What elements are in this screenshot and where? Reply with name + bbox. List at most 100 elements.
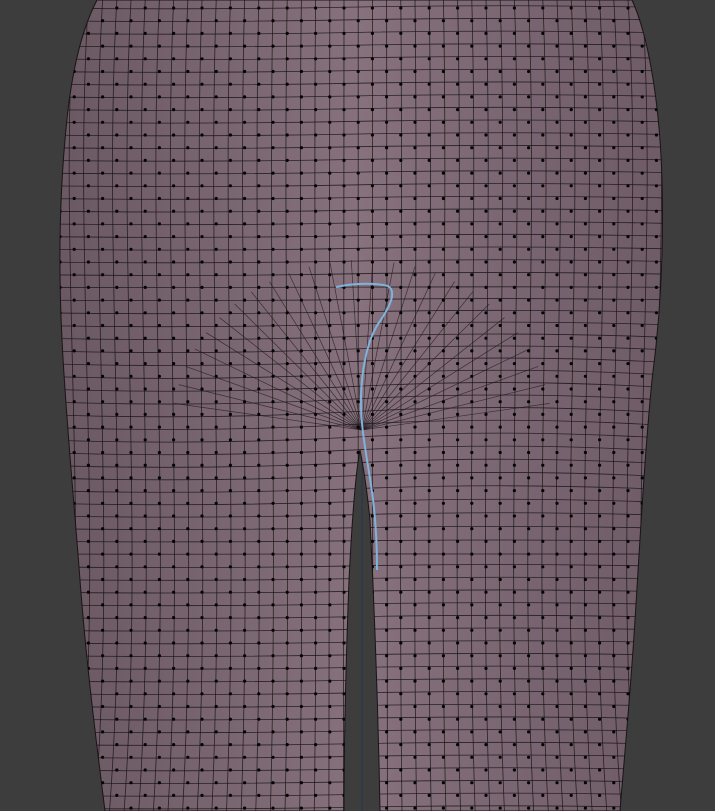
vertex-dot <box>257 666 261 671</box>
vertex-dot <box>413 679 417 683</box>
vertex-dot <box>484 768 488 772</box>
vertex-dot <box>385 120 389 124</box>
vertex-dot <box>172 539 176 544</box>
vertex-dot <box>243 425 247 429</box>
vertex-dot <box>115 641 119 645</box>
vertex-dot <box>200 590 204 594</box>
vertex-dot <box>314 514 318 518</box>
vertex-dot <box>257 184 261 188</box>
vertex-dot <box>555 552 559 556</box>
vertex-dot <box>569 641 573 645</box>
vertex-dot <box>157 146 161 150</box>
vertex-dot <box>626 590 630 594</box>
vertex-dot <box>441 704 445 709</box>
vertex-dot <box>541 362 545 366</box>
vertex-dot <box>470 146 474 150</box>
vertex-dot <box>172 184 176 188</box>
vertex-dot <box>86 412 90 416</box>
vertex-dot <box>370 438 374 442</box>
vertex-dot <box>583 704 588 709</box>
vertex-dot <box>569 666 573 671</box>
vertex-dot <box>157 577 161 582</box>
vertex-dot <box>456 768 460 772</box>
vertex-dot <box>640 273 644 277</box>
vertex-dot <box>612 501 616 505</box>
vertex-dot <box>243 196 247 201</box>
vertex-dot <box>498 577 502 582</box>
vertex-dot <box>356 146 360 150</box>
vertex-dot <box>172 285 176 289</box>
vertex-dot <box>626 666 630 671</box>
vertex-dot <box>527 146 531 150</box>
vertex-dot <box>172 235 176 239</box>
mesh-wireframe-view[interactable] <box>0 0 715 811</box>
vertex-dot <box>129 730 133 734</box>
vertex-dot <box>541 743 545 747</box>
vertex-dot <box>399 641 403 645</box>
vertex-dot <box>555 603 559 607</box>
vertex-dot <box>86 438 90 442</box>
vertex-dot <box>342 158 346 162</box>
vertex-dot <box>228 743 232 747</box>
vertex-dot <box>143 590 147 594</box>
vertex-dot <box>527 527 531 531</box>
vertex-dot <box>527 628 531 632</box>
vertex-dot <box>441 44 445 48</box>
vertex-dot <box>598 235 602 239</box>
vertex-dot <box>356 120 360 124</box>
vertex-dot <box>555 44 559 48</box>
vertex-dot <box>314 184 318 188</box>
vertex-dot <box>569 489 573 493</box>
vertex-dot <box>555 501 559 505</box>
vertex-dot <box>243 222 247 226</box>
vertex-dot <box>143 158 147 162</box>
vertex-dot <box>285 31 289 35</box>
vertex-dot <box>143 108 147 112</box>
vertex-dot <box>172 692 176 696</box>
vertex-dot <box>441 476 445 480</box>
vertex-dot <box>157 755 161 759</box>
vertex-dot <box>172 463 176 467</box>
3d-viewport[interactable] <box>0 0 715 811</box>
vertex-dot <box>427 6 431 10</box>
vertex-dot <box>498 196 502 201</box>
vertex-dot <box>86 133 90 137</box>
vertex-dot <box>654 158 659 162</box>
vertex-dot <box>484 362 488 366</box>
vertex-dot <box>598 184 602 188</box>
vertex-dot <box>427 133 431 137</box>
vertex-dot <box>101 704 105 709</box>
vertex-dot <box>143 489 147 493</box>
vertex-dot <box>612 349 616 353</box>
vertex-dot <box>129 323 133 328</box>
vertex-dot <box>243 552 247 556</box>
vertex-dot <box>640 298 644 302</box>
vertex-dot <box>157 349 161 353</box>
vertex-dot <box>243 69 247 74</box>
vertex-dot <box>470 44 474 48</box>
vertex-dot <box>626 6 630 10</box>
vertex-dot <box>555 781 559 785</box>
vertex-dot <box>115 260 119 264</box>
vertex-dot <box>285 514 289 518</box>
vertex-dot <box>626 108 630 112</box>
vertex-dot <box>370 362 374 366</box>
vertex-dot <box>456 463 460 467</box>
vertex-dot <box>129 44 133 48</box>
vertex-dot <box>399 793 403 798</box>
vertex-dot <box>569 57 573 61</box>
vertex-dot <box>583 273 588 277</box>
vertex-dot <box>555 19 559 23</box>
vertex-dot <box>214 196 218 201</box>
vertex-dot <box>441 222 445 226</box>
vertex-dot <box>399 260 403 264</box>
vertex-dot <box>498 95 502 99</box>
vertex-dot <box>299 222 303 226</box>
vertex-dot <box>498 19 502 23</box>
vertex-dot <box>257 514 261 518</box>
vertex-dot <box>285 489 289 493</box>
vertex-dot <box>101 400 105 404</box>
vertex-dot <box>512 768 517 772</box>
vertex-dot <box>214 806 218 810</box>
vertex-dot <box>399 666 403 671</box>
